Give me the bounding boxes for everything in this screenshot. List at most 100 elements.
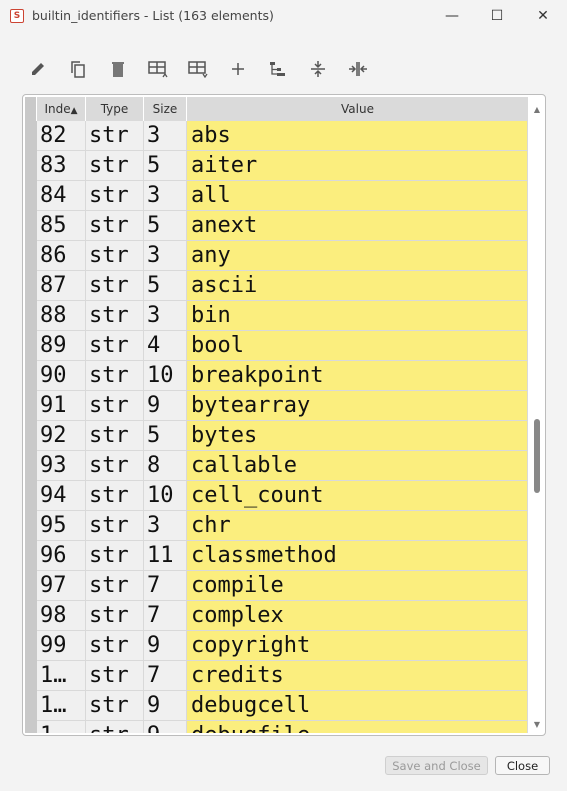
value-cell[interactable]: chr [187,511,528,541]
size-cell[interactable]: 3 [144,241,187,271]
minimize-button[interactable]: — [432,4,472,28]
row-header[interactable] [25,421,37,451]
row-header[interactable] [25,121,37,151]
row-header[interactable] [25,451,37,481]
row-header[interactable] [25,631,37,661]
type-cell[interactable]: str [86,331,144,361]
header-value[interactable]: Value [187,97,528,121]
row-header[interactable] [25,301,37,331]
index-cell[interactable]: 89 [37,331,86,361]
table-row[interactable]: 82 str 3 abs [23,121,528,151]
value-cell[interactable]: debugcell [187,691,528,721]
size-cell[interactable]: 7 [144,571,187,601]
size-cell[interactable]: 11 [144,541,187,571]
index-cell[interactable]: 97 [37,571,86,601]
type-cell[interactable]: str [86,241,144,271]
row-header[interactable] [25,241,37,271]
table-row[interactable]: 89 str 4 bool [23,331,528,361]
type-cell[interactable]: str [86,541,144,571]
table-row[interactable]: 1… str 9 debugcell [23,691,528,721]
row-header[interactable] [25,151,37,181]
type-cell[interactable]: str [86,151,144,181]
table-row[interactable]: 91 str 9 bytearray [23,391,528,421]
value-cell[interactable]: copyright [187,631,528,661]
table-row[interactable]: 83 str 5 aiter [23,151,528,181]
index-cell[interactable]: 93 [37,451,86,481]
value-cell[interactable]: aiter [187,151,528,181]
header-index[interactable]: Inde▲ [37,97,86,121]
close-button[interactable]: Close [495,756,550,775]
table-row[interactable]: 86 str 3 any [23,241,528,271]
type-cell[interactable]: str [86,601,144,631]
table-row[interactable]: 87 str 5 ascii [23,271,528,301]
type-cell[interactable]: str [86,451,144,481]
size-cell[interactable]: 9 [144,391,187,421]
index-cell[interactable]: 1… [37,691,86,721]
delete-button[interactable] [102,54,134,84]
index-cell[interactable]: 92 [37,421,86,451]
edit-button[interactable] [22,54,54,84]
value-cell[interactable]: debugfile [187,721,528,733]
table-row[interactable]: 99 str 9 copyright [23,631,528,661]
size-cell[interactable]: 10 [144,361,187,391]
value-cell[interactable]: abs [187,121,528,151]
table-row[interactable]: 88 str 3 bin [23,301,528,331]
row-header[interactable] [25,661,37,691]
type-cell[interactable]: str [86,121,144,151]
table-row[interactable]: 97 str 7 compile [23,571,528,601]
row-header[interactable] [25,601,37,631]
table-row[interactable]: 1…str9debugfile [23,721,528,733]
row-header[interactable] [25,361,37,391]
size-cell[interactable]: 7 [144,661,187,691]
value-cell[interactable]: any [187,241,528,271]
index-cell[interactable]: 84 [37,181,86,211]
close-window-button[interactable]: ✕ [523,4,563,28]
size-cell[interactable]: 8 [144,451,187,481]
vertical-scrollbar[interactable]: ▲ ▼ [532,105,542,729]
header-type[interactable]: Type [86,97,144,121]
table-row[interactable]: 98 str 7 complex [23,601,528,631]
type-cell[interactable]: str [86,511,144,541]
scroll-down-icon[interactable]: ▼ [532,720,542,729]
value-cell[interactable]: classmethod [187,541,528,571]
insert-above-button[interactable] [142,54,174,84]
index-cell[interactable]: 82 [37,121,86,151]
size-cell[interactable]: 5 [144,211,187,241]
index-cell[interactable]: 98 [37,601,86,631]
index-cell[interactable]: 86 [37,241,86,271]
value-cell[interactable]: bytes [187,421,528,451]
table-row[interactable]: 84 str 3 all [23,181,528,211]
index-cell[interactable]: 88 [37,301,86,331]
type-cell[interactable]: str [86,721,144,733]
value-cell[interactable]: bin [187,301,528,331]
type-cell[interactable]: str [86,571,144,601]
row-header[interactable] [25,211,37,241]
type-cell[interactable]: str [86,481,144,511]
table-row[interactable]: 96 str 11 classmethod [23,541,528,571]
header-size[interactable]: Size [144,97,187,121]
value-cell[interactable]: cell_count [187,481,528,511]
value-cell[interactable]: bytearray [187,391,528,421]
row-header[interactable] [25,181,37,211]
table-row[interactable]: 94 str 10 cell_count [23,481,528,511]
size-cell[interactable]: 5 [144,151,187,181]
table-row[interactable]: 85 str 5 anext [23,211,528,241]
row-header[interactable] [25,391,37,421]
row-header[interactable] [25,541,37,571]
table-row[interactable]: 1… str 7 credits [23,661,528,691]
table-row[interactable]: 90 str 10 breakpoint [23,361,528,391]
row-header[interactable] [25,571,37,601]
value-cell[interactable]: bool [187,331,528,361]
collapse-button[interactable] [302,54,334,84]
index-cell[interactable]: 99 [37,631,86,661]
size-cell[interactable]: 9 [144,721,187,733]
index-cell[interactable]: 83 [37,151,86,181]
type-cell[interactable]: str [86,421,144,451]
row-header[interactable] [25,511,37,541]
size-cell[interactable]: 9 [144,691,187,721]
type-cell[interactable]: str [86,661,144,691]
type-cell[interactable]: str [86,271,144,301]
value-cell[interactable]: all [187,181,528,211]
size-cell[interactable]: 3 [144,511,187,541]
index-cell[interactable]: 87 [37,271,86,301]
